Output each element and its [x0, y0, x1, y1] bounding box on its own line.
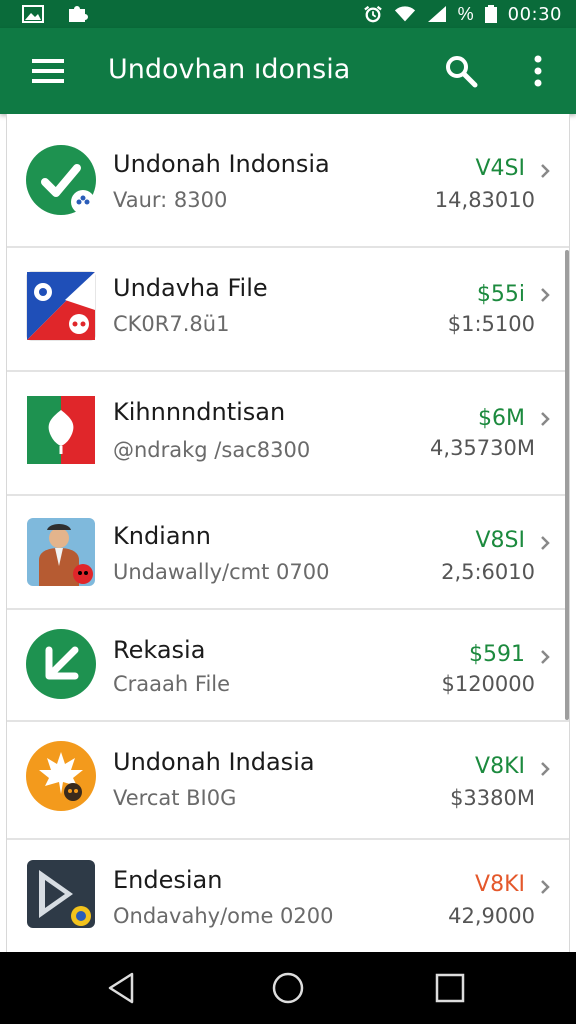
- maple-leaf-icon: [26, 741, 96, 811]
- status-time: 00:30: [507, 3, 562, 25]
- list-item[interactable]: Undonah Indasia Vercat BI0G V8KI $3380M: [7, 722, 569, 840]
- app-price: V4SI: [475, 156, 526, 181]
- app-title: Undonah Indasia: [113, 748, 315, 776]
- recents-icon[interactable]: [432, 970, 468, 1006]
- app-price: V8KI: [475, 872, 525, 897]
- battery-icon: [484, 5, 497, 23]
- app-subtitle: Craaah File: [113, 672, 231, 696]
- app-count: $3380M: [450, 786, 535, 810]
- chevron-right-icon: [541, 288, 550, 302]
- app-price: $591: [469, 642, 525, 667]
- app-subtitle: Undawally/cmt 0700: [113, 560, 330, 584]
- app-count: 42,9000: [448, 904, 535, 928]
- app-price: V8KI: [475, 754, 525, 779]
- check-circle-icon: [26, 145, 96, 215]
- app-subtitle: @ndrakg /sac8300: [113, 438, 311, 462]
- list-item[interactable]: Rekasia Craaah File $591 $120000: [7, 610, 569, 722]
- chevron-right-icon: [541, 164, 550, 178]
- app-subtitle: Vercat BI0G: [113, 786, 237, 810]
- list-item[interactable]: Kihnnndntisan @ndrakg /sac8300 $6M 4,357…: [7, 372, 569, 496]
- search-icon[interactable]: [444, 54, 478, 88]
- puzzle-icon: [69, 6, 88, 22]
- arrow-circle-icon: [26, 629, 96, 699]
- app-list: Undonah Indonsia Vaur: 8300 V4SI 14,8301…: [6, 114, 570, 952]
- chevron-right-icon: [541, 536, 550, 550]
- chevron-right-icon: [541, 650, 550, 664]
- list-item[interactable]: Undavha File CK0R7.8ü1 $55i $1:5100: [7, 248, 569, 372]
- app-title: Endesian: [113, 866, 223, 894]
- app-price: $6M: [478, 406, 525, 431]
- home-icon[interactable]: [270, 970, 306, 1006]
- app-count: $120000: [441, 672, 535, 696]
- app-count: 14,83010: [434, 188, 535, 212]
- list-item[interactable]: Kndiann Undawally/cmt 0700 V8SI 2,5:6010: [7, 496, 569, 610]
- alarm-icon: [363, 5, 382, 23]
- chevron-right-icon: [541, 412, 550, 426]
- nav-bar: [0, 952, 576, 1024]
- list-item[interactable]: Endesian Ondavahy/ome 0200 V8KI 42,9000: [7, 840, 569, 952]
- menu-icon[interactable]: [30, 56, 66, 86]
- signal-icon: [427, 6, 446, 22]
- gallery-icon: [22, 5, 44, 23]
- app-title: Undavha File: [113, 274, 268, 302]
- person-avatar-icon: [27, 518, 95, 586]
- app-count: $1:5100: [447, 312, 535, 336]
- app-price: V8SI: [475, 528, 526, 553]
- app-subtitle: CK0R7.8ü1: [113, 312, 230, 336]
- app-price: $55i: [476, 282, 525, 307]
- back-icon[interactable]: [104, 970, 140, 1006]
- app-title: Undonah Indonsia: [113, 150, 330, 178]
- app-count: 4,35730M: [430, 436, 535, 460]
- battery-percent-label: %: [457, 3, 474, 24]
- page-title: Undovhan ıdonsia: [108, 54, 351, 85]
- app-title: Kihnnndntisan: [113, 398, 286, 426]
- status-bar: % 00:30: [0, 0, 576, 28]
- scrollbar[interactable]: [565, 250, 569, 720]
- app-title: Kndiann: [113, 522, 211, 550]
- app-title: Rekasia: [113, 636, 206, 664]
- app-count: 2,5:6010: [441, 560, 535, 584]
- app-subtitle: Vaur: 8300: [113, 188, 228, 212]
- play-icon: [27, 860, 95, 928]
- more-vert-icon[interactable]: [528, 52, 548, 90]
- leaf-flag-icon: [27, 396, 95, 464]
- app-subtitle: Ondavahy/ome 0200: [113, 904, 334, 928]
- list-item[interactable]: Undonah Indonsia Vaur: 8300 V4SI 14,8301…: [7, 114, 569, 248]
- app-bar: Undovhan ıdonsia: [0, 28, 576, 114]
- chevron-right-icon: [541, 762, 550, 776]
- file-flag-icon: [26, 271, 96, 341]
- wifi-icon: [394, 6, 415, 22]
- chevron-right-icon: [541, 880, 550, 894]
